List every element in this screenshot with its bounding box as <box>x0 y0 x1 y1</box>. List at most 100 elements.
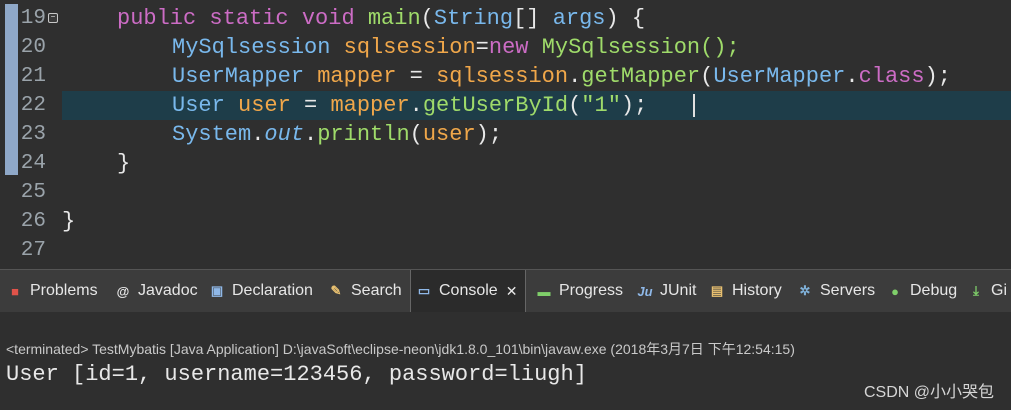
token: static <box>209 6 289 31</box>
git-icon: ⤓ <box>973 283 979 298</box>
tab-label: History <box>732 282 782 299</box>
token: . <box>304 122 318 147</box>
code-text: MySqlsession sqlsession=new MySqlsession… <box>172 33 740 62</box>
tab-label: Javadoc <box>138 282 198 299</box>
token: . <box>409 93 423 118</box>
line-number: 19 <box>20 7 46 30</box>
token: . <box>568 64 582 89</box>
problems-icon: ■ <box>11 283 19 299</box>
token: UserMapper <box>713 64 846 89</box>
token: mapper <box>330 93 410 118</box>
token: getUserById <box>422 93 569 118</box>
token: User <box>172 93 225 118</box>
code-line-22-current[interactable]: 22 User user = mapper.getUserById("1"); <box>21 91 1011 120</box>
code-text: } <box>62 209 76 234</box>
code-text: System.out.println(user); <box>172 120 502 149</box>
token: user <box>238 93 291 118</box>
token: ( <box>700 64 714 89</box>
token: = <box>290 93 331 118</box>
code-line-25[interactable]: 25 <box>0 178 1011 207</box>
search-icon: ✎ <box>330 283 342 298</box>
token: "1" <box>581 93 621 118</box>
code-line-21[interactable]: 21 UserMapper mapper = sqlsession.getMap… <box>0 62 1011 91</box>
token: ( <box>568 93 582 118</box>
tab-javadoc[interactable]: @ Javadoc <box>114 270 198 312</box>
token: main <box>367 6 421 31</box>
token: ) { <box>605 6 646 31</box>
token: args <box>552 6 606 31</box>
tab-label: Progress <box>559 282 624 299</box>
tab-label: Declaration <box>232 282 313 299</box>
token: MySqlsession <box>172 35 331 60</box>
token: void <box>301 6 355 31</box>
tab-debug[interactable]: ● Debug <box>886 270 957 312</box>
tab-label: Search <box>351 282 402 299</box>
token: String <box>433 6 514 31</box>
token: ( <box>420 6 434 31</box>
token: out <box>264 122 305 147</box>
tab-label: Problems <box>30 282 98 299</box>
token: sqlsession <box>436 64 569 89</box>
token: UserMapper <box>172 64 305 89</box>
console-status-line: <terminated> TestMybatis [Java Applicati… <box>6 341 795 357</box>
tab-history[interactable]: ▤ History <box>708 270 782 312</box>
token: class <box>858 64 925 89</box>
view-tab-bar: ■ Problems @ Javadoc ▣ Declaration ✎ Sea… <box>0 269 1011 313</box>
tab-git[interactable]: ⤓ Gi <box>967 270 1007 312</box>
token: user <box>422 122 476 147</box>
junit-icon: Ju <box>637 283 653 299</box>
tab-console[interactable]: ▭ Console ✕ <box>410 270 527 312</box>
line-number: 20 <box>20 36 46 59</box>
token: = <box>396 64 437 89</box>
code-text: UserMapper mapper = sqlsession.getMapper… <box>172 62 951 91</box>
fold-collapse-icon[interactable]: − <box>48 13 58 23</box>
console-view[interactable]: <terminated> TestMybatis [Java Applicati… <box>0 312 1011 410</box>
code-text: } <box>117 151 131 176</box>
code-line-26[interactable]: 26 } <box>0 207 1011 236</box>
tab-label: Servers <box>820 282 876 299</box>
history-icon: ▤ <box>710 283 724 298</box>
declaration-icon: ▣ <box>210 283 224 298</box>
console-icon: ▭ <box>417 283 431 298</box>
tab-progress[interactable]: ▬ Progress <box>535 270 624 312</box>
javadoc-icon: @ <box>116 283 130 299</box>
line-number: 22 <box>20 94 46 117</box>
token: . <box>251 122 265 147</box>
code-line-19[interactable]: 19 − public static void main(String[] ar… <box>0 4 1011 33</box>
token: ); <box>620 93 648 118</box>
token: ); <box>924 64 951 89</box>
line-number: 23 <box>20 123 46 146</box>
code-line-20[interactable]: 20 MySqlsession sqlsession=new MySqlsess… <box>0 33 1011 62</box>
token: mapper <box>317 64 397 89</box>
tab-problems[interactable]: ■ Problems <box>6 270 98 312</box>
tab-label: Debug <box>910 282 958 299</box>
token: new <box>488 35 529 60</box>
tab-label: Gi <box>991 282 1007 299</box>
code-text: public static void main(String[] args) { <box>117 4 645 33</box>
code-line-24[interactable]: 24 } <box>0 149 1011 178</box>
console-output[interactable]: User [id=1, username=123456, password=li… <box>6 362 587 387</box>
token: public <box>117 6 197 31</box>
token: [] <box>513 6 540 31</box>
token: . <box>845 64 859 89</box>
token: sqlsession <box>343 35 476 60</box>
token: getMapper <box>581 64 701 89</box>
code-editor[interactable]: 19 − public static void main(String[] ar… <box>0 0 1011 264</box>
debug-icon: ● <box>891 283 899 299</box>
token: = <box>475 35 489 60</box>
tab-label: JUnit <box>660 282 697 299</box>
tab-declaration[interactable]: ▣ Declaration <box>208 270 313 312</box>
watermark: CSDN @小小哭包 <box>863 384 994 401</box>
tab-search[interactable]: ✎ Search <box>327 270 402 312</box>
close-icon[interactable]: ✕ <box>506 283 518 300</box>
tab-servers[interactable]: ✲ Servers <box>796 270 876 312</box>
code-line-27[interactable]: 27 <box>0 236 1011 265</box>
code-line-23[interactable]: 23 System.out.println(user); <box>0 120 1011 149</box>
tab-junit[interactable]: Ju JUnit <box>636 270 696 312</box>
token: ( <box>409 122 423 147</box>
token: System <box>172 122 252 147</box>
line-number: 21 <box>20 65 46 88</box>
line-number: 26 <box>20 210 46 233</box>
tab-label: Console <box>439 282 498 299</box>
token: println <box>317 122 410 147</box>
